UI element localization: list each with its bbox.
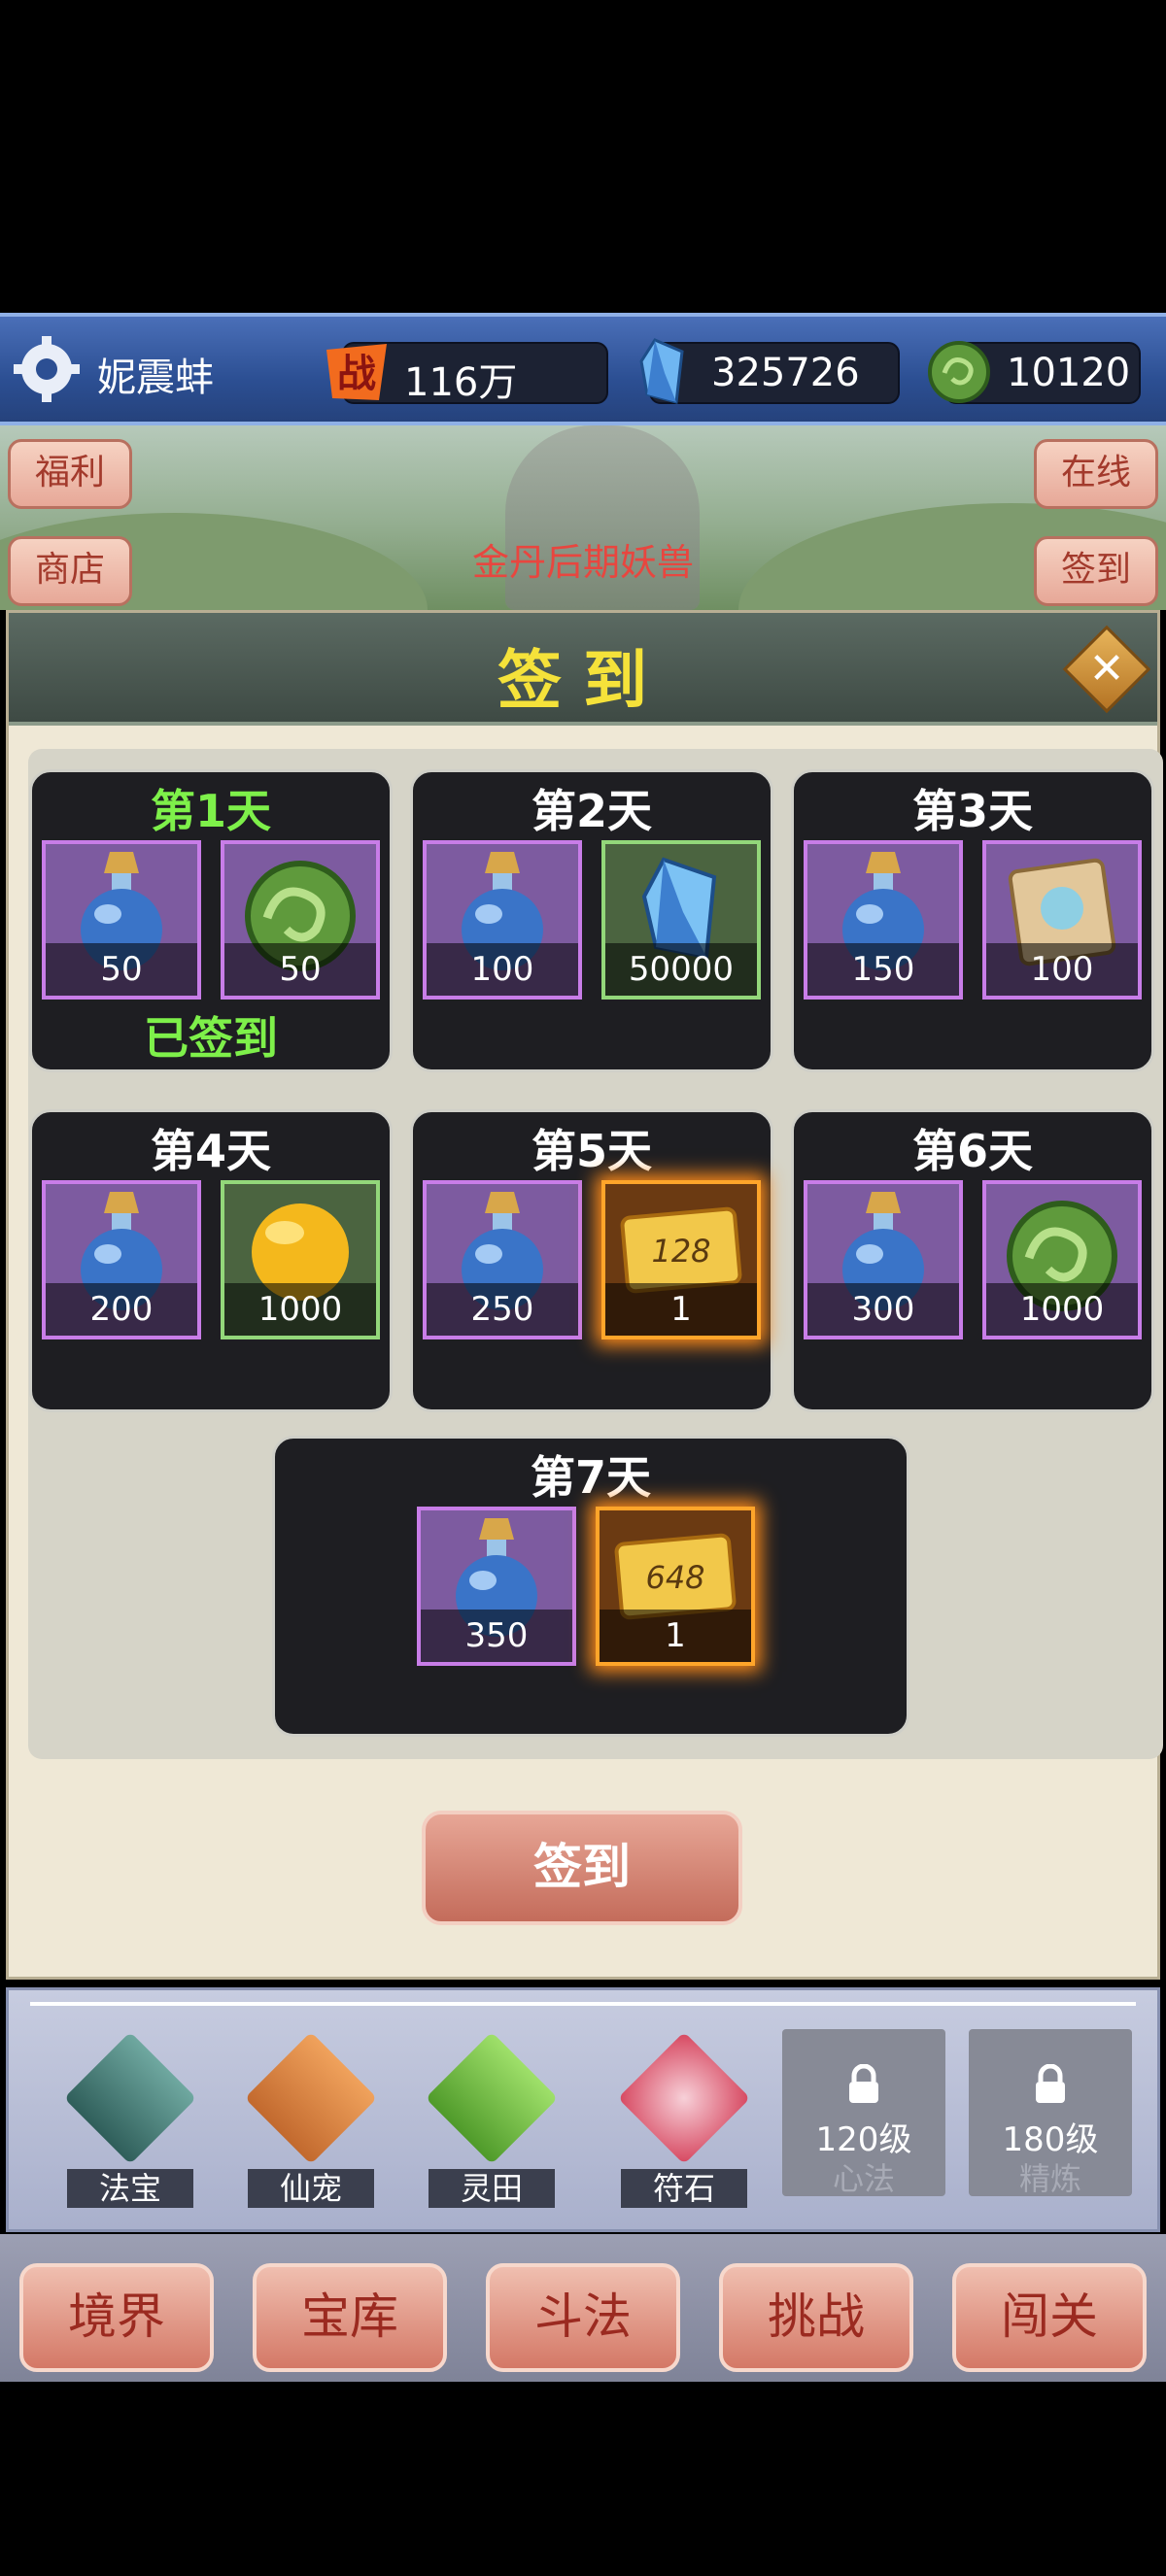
- battle-power-icon-text: 战: [337, 352, 376, 396]
- feature-label: 法宝: [67, 2169, 193, 2208]
- reward-count: 50000: [605, 943, 757, 996]
- fox-pet-icon: [244, 2031, 378, 2165]
- day-card-4: 第4天 200 1000: [29, 1109, 393, 1412]
- day-title: 第7天: [530, 1451, 651, 1504]
- spirit-field-icon: [425, 2031, 559, 2165]
- feature-label: 符石: [621, 2169, 747, 2208]
- day-title: 第4天: [150, 1125, 271, 1177]
- reward-item[interactable]: 300: [804, 1180, 963, 1339]
- day-title: 第6天: [911, 1125, 1033, 1177]
- online-button[interactable]: 在线: [1034, 439, 1158, 509]
- day-title: 第2天: [531, 785, 652, 837]
- day-card-1: 第1天 50 50 已签到: [29, 769, 393, 1072]
- reward-item[interactable]: 200: [42, 1180, 201, 1339]
- reward-count: 50: [46, 943, 197, 996]
- bottom-nav: 境界 宝库 斗法 挑战 闯关: [0, 2234, 1166, 2382]
- jade-coin-icon: [928, 341, 990, 403]
- reward-item[interactable]: 1000: [982, 1180, 1142, 1339]
- reward-item[interactable]: 50: [42, 840, 201, 1000]
- gear-icon[interactable]: [12, 334, 82, 404]
- reward-count: 1000: [986, 1283, 1138, 1336]
- reward-count: 100: [427, 943, 578, 996]
- nav-stages[interactable]: 闯关: [952, 2263, 1147, 2372]
- reward-count: 1: [605, 1283, 757, 1336]
- panel-title: 签到: [497, 643, 669, 718]
- day-title: 第1天: [150, 785, 271, 837]
- battle-power-icon: 战: [326, 344, 387, 400]
- nav-treasury[interactable]: 宝库: [253, 2263, 447, 2372]
- close-icon: ✕: [1088, 644, 1125, 694]
- feature-refine-locked[interactable]: 180级 精炼: [969, 2029, 1132, 2197]
- feature-pet[interactable]: 仙宠: [228, 2029, 394, 2208]
- feature-strip: 法宝 仙宠 灵田 符石 120级 心法 180级 精炼: [6, 1987, 1160, 2232]
- divider: [30, 2002, 1136, 2006]
- jade-coin-display: 10120: [928, 341, 1141, 404]
- reward-item[interactable]: 350: [417, 1507, 576, 1666]
- nav-challenge[interactable]: 挑战: [719, 2263, 913, 2372]
- magic-treasure-icon: [63, 2031, 197, 2165]
- reward-item[interactable]: 100: [423, 840, 582, 1000]
- nav-duel[interactable]: 斗法: [486, 2263, 680, 2372]
- feature-heart-method-locked[interactable]: 120级 心法: [782, 2029, 945, 2197]
- day-title: 第3天: [911, 785, 1033, 837]
- reward-count: 1000: [224, 1283, 376, 1336]
- feature-spirit-field[interactable]: 灵田: [409, 2029, 574, 2208]
- reward-count: 200: [46, 1283, 197, 1336]
- feature-rune-stone[interactable]: 符石: [601, 2029, 767, 2208]
- day-card-2: 第2天 100 50000: [410, 769, 773, 1072]
- feature-label: 灵田: [429, 2169, 555, 2208]
- day-card-3: 第3天 150 100: [791, 769, 1154, 1072]
- rune-stone-icon: [617, 2031, 751, 2165]
- status-bar: 妮震蚌 战 116万 325726 10120: [0, 313, 1166, 425]
- reward-item[interactable]: 150: [804, 840, 963, 1000]
- ticket-value: 648: [645, 1559, 704, 1596]
- reward-count: 150: [807, 943, 959, 996]
- feature-magic-treasure[interactable]: 法宝: [48, 2029, 213, 2208]
- reward-count: 100: [986, 943, 1138, 996]
- nav-realm[interactable]: 境界: [19, 2263, 214, 2372]
- welfare-button[interactable]: 福利: [8, 439, 132, 509]
- panel-header: 签到 ✕: [9, 613, 1157, 726]
- reward-count: 350: [421, 1610, 572, 1662]
- feature-label: 仙宠: [248, 2169, 374, 2208]
- ticket-value: 128: [651, 1233, 710, 1270]
- reward-item[interactable]: 1000: [221, 1180, 380, 1339]
- player-name: 妮震蚌: [97, 356, 214, 400]
- battle-power-value: 116万: [404, 360, 518, 405]
- reward-item[interactable]: 50000: [601, 840, 761, 1000]
- monster-label: 金丹后期妖兽: [471, 541, 694, 584]
- day-card-7: 第7天 350 648 1: [272, 1436, 909, 1737]
- reward-count: 50: [224, 943, 376, 996]
- crystal-display: 325726: [639, 338, 900, 404]
- crystal-value: 325726: [711, 351, 860, 395]
- feature-label: 心法: [832, 2160, 895, 2197]
- lock-icon: [849, 2064, 878, 2103]
- reward-item[interactable]: 100: [982, 840, 1142, 1000]
- battle-power-display: 战 116万: [326, 342, 608, 405]
- reward-count: 300: [807, 1283, 959, 1336]
- day-title: 第5天: [531, 1125, 652, 1177]
- reward-item[interactable]: 128 1: [601, 1180, 761, 1339]
- reward-item[interactable]: 250: [423, 1180, 582, 1339]
- crystal-icon: [639, 338, 684, 404]
- jade-coin-value: 10120: [1007, 351, 1131, 395]
- reward-count: 250: [427, 1283, 578, 1336]
- reward-count: 1: [600, 1610, 751, 1662]
- reward-item[interactable]: 50: [221, 840, 380, 1000]
- feature-label: 精炼: [1018, 2160, 1081, 2197]
- reward-item[interactable]: 648 1: [596, 1507, 755, 1666]
- day-card-6: 第6天 300 1000: [791, 1109, 1154, 1412]
- unlock-level: 120级: [815, 2120, 912, 2159]
- sign-in-button[interactable]: 签到: [422, 1811, 742, 1925]
- lock-icon: [1036, 2064, 1065, 2103]
- day-card-5: 第5天 250 128 1: [410, 1109, 773, 1412]
- unlock-level: 180级: [1002, 2120, 1099, 2159]
- signed-status: 已签到: [144, 1012, 278, 1065]
